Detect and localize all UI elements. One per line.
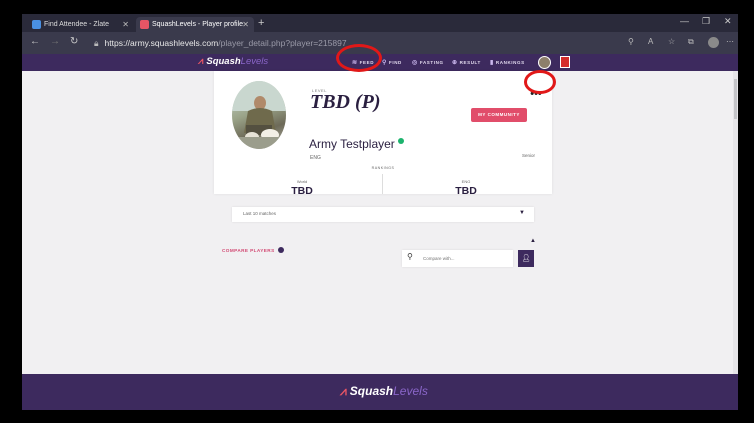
compare-user-button[interactable]: 👤︎ — [518, 250, 534, 267]
player-name: Army Testplayer — [309, 137, 404, 151]
page-scrollbar[interactable] — [733, 71, 738, 410]
info-icon[interactable] — [277, 247, 284, 253]
tab-strip: Find Attendee - Zlate ✕ SquashLevels - P… — [22, 14, 738, 32]
tab-label: Find Attendee - Zlate — [44, 21, 109, 28]
user-avatar[interactable] — [538, 56, 551, 69]
rank-country: ENG TBD — [386, 179, 546, 197]
rankings-label: RANKINGS — [371, 166, 395, 170]
search-icon: ⚲ — [382, 60, 387, 66]
chevron-down-icon: ▼ — [519, 210, 525, 216]
menu-icon[interactable]: ⋯ — [726, 37, 734, 46]
minimize-button[interactable]: — — [680, 16, 689, 26]
browser-tab-find-attendee[interactable]: Find Attendee - Zlate ✕ — [28, 17, 134, 32]
nav-item-rankings[interactable]: ▮ RANKINGS — [490, 59, 525, 66]
nav-item-label: FIND — [389, 60, 402, 65]
tab-favicon-icon — [32, 20, 41, 29]
verified-icon — [397, 138, 404, 144]
last-matches-dropdown[interactable]: Last 10 matches ▼ — [232, 207, 534, 222]
browser-window: Find Attendee - Zlate ✕ SquashLevels - P… — [22, 14, 738, 410]
footer-logo-text-accent: Levels — [393, 384, 428, 398]
dropdown-label: Last 10 matches — [243, 211, 277, 216]
annotation-circle-feed — [336, 44, 382, 72]
lock-icon: 🔒︎ — [94, 38, 99, 48]
squashlevels-logo-icon: ⩘ — [198, 56, 204, 67]
player-level: TBD (P) — [310, 91, 381, 113]
compare-search-input[interactable] — [423, 254, 503, 263]
player-name-text: Army Testplayer — [309, 137, 395, 151]
plus-circle-icon: ⊕ — [452, 60, 458, 66]
back-icon[interactable]: ← — [30, 36, 40, 47]
refresh-icon[interactable]: ↻ — [70, 36, 78, 47]
read-aloud-icon[interactable]: A — [648, 37, 653, 46]
squashlevels-favicon-icon — [140, 20, 149, 29]
site-logo[interactable]: ⩘ SquashLevels — [198, 56, 268, 67]
player-photo — [232, 81, 286, 149]
logo-text: Squash — [206, 56, 241, 67]
bar-chart-icon: ▮ — [490, 60, 494, 66]
search-icon: ⚲ — [407, 252, 413, 261]
address-bar-row: ← → ↻ 🔒︎ https://army.squashlevels.com/pl… — [22, 32, 738, 54]
nav-item-result[interactable]: ⊕ RESULT — [452, 59, 481, 66]
nav-item-fasting[interactable]: ◎ FASTING — [412, 59, 444, 66]
maximize-button[interactable]: ❐ — [702, 16, 710, 27]
compare-search-box: ⚲ — [402, 250, 513, 267]
nav-item-label: FASTING — [419, 60, 444, 65]
tab-label: SquashLevels - Player profile — [152, 21, 244, 28]
rank-country-label: ENG — [461, 179, 471, 184]
footer-logo[interactable]: ⩘ SquashLevels — [340, 384, 428, 399]
profile-card: LEVEL TBD (P) MY COMMUNITY ••• Army Test… — [214, 71, 552, 197]
url-path: /player_detail.php?player=215897 — [218, 38, 347, 48]
rank-world: World TBD — [222, 179, 382, 197]
club-badge-icon[interactable] — [560, 56, 570, 68]
logo-text-accent: Levels — [240, 56, 269, 67]
close-window-button[interactable]: ✕ — [724, 16, 732, 27]
compare-players-heading: COMPARE PLAYERS — [222, 247, 284, 253]
chevron-up-icon[interactable]: ▲ — [530, 238, 536, 244]
url-host: https://army.squashlevels.com — [104, 38, 219, 48]
player-status: Senior — [522, 153, 536, 158]
nav-item-label: RANKINGS — [495, 60, 525, 65]
close-tab-icon[interactable]: ✕ — [122, 17, 129, 32]
url-field[interactable]: 🔒︎ https://army.squashlevels.com/player_d… — [94, 36, 347, 50]
compare-label-text: COMPARE PLAYERS — [222, 248, 275, 253]
close-tab-icon[interactable]: ✕ — [242, 17, 249, 32]
nav-item-find[interactable]: ⚲ FIND — [382, 59, 402, 66]
forward-icon[interactable]: → — [50, 36, 60, 47]
nav-item-label: RESULT — [459, 60, 481, 65]
my-community-button[interactable]: MY COMMUNITY — [471, 108, 527, 122]
collections-icon[interactable]: ⧉ — [688, 37, 694, 47]
footer-logo-text: Squash — [349, 384, 394, 398]
user-icon: 👤︎ — [521, 255, 531, 262]
favorites-icon[interactable]: ☆ — [668, 37, 675, 46]
site-footer: ⩘ SquashLevels — [22, 374, 738, 410]
player-country: ENG — [310, 155, 321, 161]
annotation-circle-more — [524, 70, 556, 94]
zoom-icon[interactable]: ⚲ — [628, 37, 634, 46]
browser-tab-squashlevels[interactable]: SquashLevels - Player profile ✕ — [136, 17, 254, 32]
player-avatar — [232, 81, 286, 149]
scrollbar-thumb[interactable] — [734, 79, 737, 119]
rank-world-label: World — [296, 179, 308, 184]
new-tab-button[interactable]: + — [258, 17, 264, 30]
rank-divider — [382, 174, 383, 194]
target-icon: ◎ — [412, 60, 418, 66]
rank-country-value: TBD — [455, 185, 477, 197]
rank-world-value: TBD — [291, 185, 313, 197]
squashlevels-logo-icon: ⩘ — [340, 384, 347, 398]
browser-profile-avatar[interactable] — [708, 37, 719, 48]
